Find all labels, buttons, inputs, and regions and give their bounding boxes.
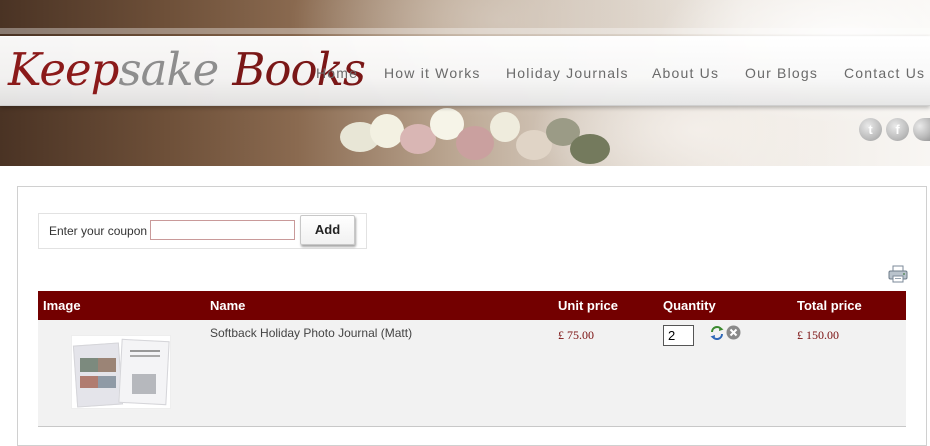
facebook-icon[interactable]: f xyxy=(886,118,909,141)
add-coupon-button[interactable]: Add xyxy=(300,215,355,245)
nav-item-about-us[interactable]: About Us xyxy=(652,64,719,82)
refresh-icon[interactable] xyxy=(709,325,725,341)
product-name[interactable]: Softback Holiday Photo Journal (Matt) xyxy=(210,325,412,341)
cart-table-header: Image Name Unit price Quantity Total pri… xyxy=(38,291,906,320)
column-header-unit-price: Unit price xyxy=(558,298,618,313)
column-header-quantity: Quantity xyxy=(663,298,716,313)
nav-item-holiday-journals[interactable]: Holiday Journals xyxy=(506,64,629,82)
quantity-input[interactable] xyxy=(663,325,694,346)
remove-icon[interactable] xyxy=(726,325,741,340)
print-icon[interactable] xyxy=(888,265,908,283)
nav-item-home[interactable]: Home xyxy=(316,64,358,82)
nav-item-our-blogs[interactable]: Our Blogs xyxy=(745,64,818,82)
main-menu: Home How it Works Holiday Journals About… xyxy=(0,64,930,82)
banner-topline xyxy=(0,28,930,34)
header-banner: Keepsake Books Home How it Works Holiday … xyxy=(0,0,930,166)
product-thumbnail[interactable] xyxy=(71,335,171,409)
coupon-label: Enter your coupon xyxy=(49,224,148,238)
social-links: t f xyxy=(0,118,930,142)
twitter-icon[interactable]: t xyxy=(859,118,882,141)
nav-item-how-it-works[interactable]: How it Works xyxy=(384,64,481,82)
total-price: £ 150.00 xyxy=(797,328,839,342)
other-social-icon[interactable] xyxy=(913,118,930,141)
nav-item-contact-us[interactable]: Contact Us xyxy=(844,64,925,82)
column-header-total-price: Total price xyxy=(797,298,862,313)
coupon-input[interactable] xyxy=(150,220,295,240)
unit-price: £ 75.00 xyxy=(558,328,594,342)
column-header-name: Name xyxy=(210,298,246,313)
column-header-image: Image xyxy=(43,298,81,313)
